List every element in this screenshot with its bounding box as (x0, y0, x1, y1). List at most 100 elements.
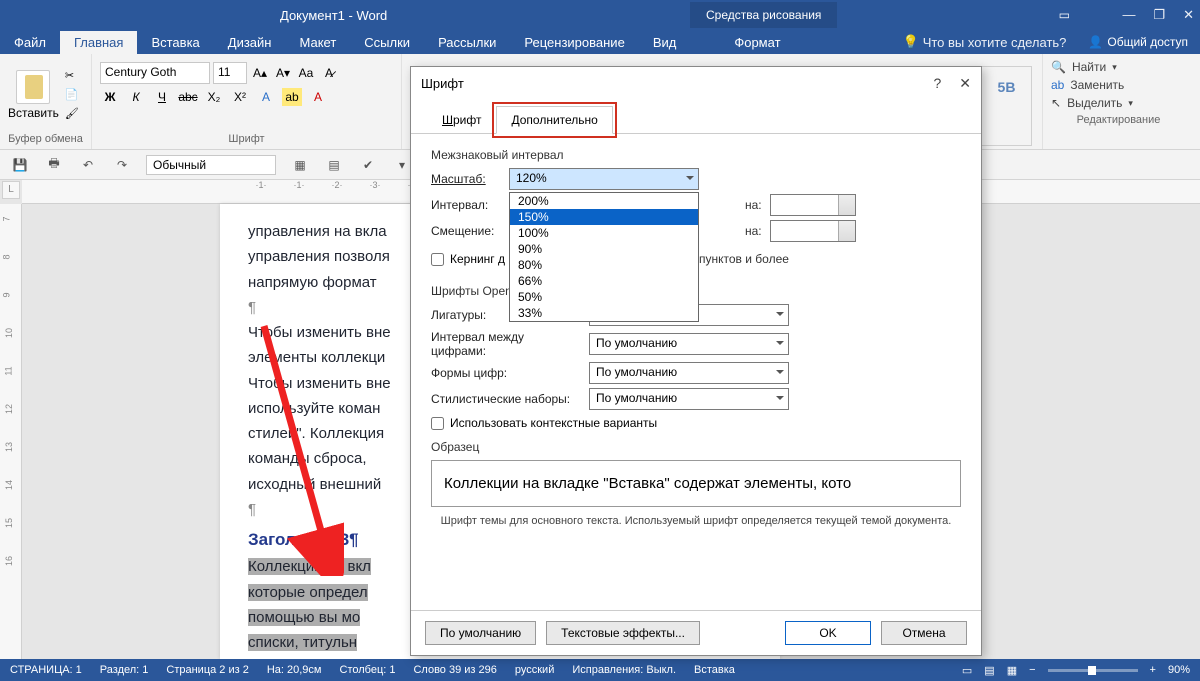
text-effects-button[interactable]: Текстовые эффекты... (546, 621, 700, 645)
vruler-mark: 15 (4, 518, 14, 528)
format-painter-icon[interactable]: 🖌 (65, 107, 79, 120)
underline-icon[interactable]: Ч (152, 88, 172, 106)
dialog-footer: По умолчанию Текстовые эффекты... OK Отм… (411, 610, 981, 655)
ok-button[interactable]: OK (785, 621, 871, 645)
position-by-spinner[interactable] (770, 220, 856, 242)
tab-selector[interactable]: L (2, 181, 20, 199)
clear-formatting-icon[interactable]: A̷ (319, 64, 339, 82)
tab-review[interactable]: Рецензирование (510, 31, 638, 54)
stylistic-sets-combo[interactable]: По умолчанию (589, 388, 789, 410)
vruler-mark: 14 (4, 480, 14, 490)
italic-icon[interactable]: К (126, 88, 146, 106)
section-char-spacing: Межзнаковый интервал (431, 148, 961, 162)
undo-icon[interactable]: ↶ (78, 156, 98, 174)
scale-option[interactable]: 100% (510, 225, 698, 241)
replace-label: Заменить (1070, 78, 1124, 92)
cut-icon[interactable]: ✂ (65, 69, 79, 82)
print-icon[interactable]: 🖶 (44, 156, 64, 174)
shrink-font-icon[interactable]: A▾ (273, 64, 293, 82)
number-spacing-label: Интервал между цифрами: (431, 330, 581, 358)
save-icon[interactable]: 💾 (10, 156, 30, 174)
superscript-icon[interactable]: X² (230, 88, 250, 106)
scale-option[interactable]: 33% (510, 305, 698, 321)
number-forms-combo[interactable]: По умолчанию (589, 362, 789, 384)
tell-me-search[interactable]: 💡 Что вы хотите сделать? (893, 34, 1077, 50)
view-readmode-icon[interactable]: ▭ (962, 664, 972, 677)
tab-references[interactable]: Ссылки (350, 31, 424, 54)
spacing-by-spinner[interactable] (770, 194, 856, 216)
change-case-icon[interactable]: Aa (296, 64, 316, 82)
zoom-out-icon[interactable]: − (1029, 664, 1035, 676)
tab-layout[interactable]: Макет (285, 31, 350, 54)
clipboard-group-label: Буфер обмена (8, 131, 83, 147)
view-web-icon[interactable]: ▦ (1007, 664, 1017, 677)
tell-me-label: Что вы хотите сделать? (923, 35, 1067, 50)
dialog-tab-font[interactable]: Шрифт (427, 106, 496, 134)
tab-file[interactable]: Файл (0, 31, 60, 54)
status-language[interactable]: русский (515, 664, 554, 676)
zoom-level[interactable]: 90% (1168, 664, 1190, 676)
kerning-checkbox[interactable] (431, 253, 444, 266)
scale-option[interactable]: 80% (510, 257, 698, 273)
view-print-icon[interactable]: ▤ (984, 664, 994, 677)
text-effects-icon[interactable]: A (256, 88, 276, 106)
scale-dropdown-list[interactable]: 200% 150% 100% 90% 80% 66% 50% 33% (509, 192, 699, 322)
font-color-icon[interactable]: A (308, 88, 328, 106)
scale-option[interactable]: 90% (510, 241, 698, 257)
strikethrough-icon[interactable]: abc (178, 88, 198, 106)
dialog-close-button[interactable]: ✕ (959, 75, 971, 92)
select-button[interactable]: ↖Выделить▾ (1051, 94, 1186, 112)
status-words[interactable]: Слово 39 из 296 (413, 664, 496, 676)
table-icon[interactable]: ▦ (290, 156, 310, 174)
tab-home[interactable]: Главная (60, 31, 137, 54)
insert-icon[interactable]: ▤ (324, 156, 344, 174)
font-size-combo[interactable]: 11 (213, 62, 247, 84)
subscript-icon[interactable]: X₂ (204, 88, 224, 106)
status-page[interactable]: СТРАНИЦА: 1 (10, 664, 82, 676)
status-pagecount[interactable]: Страница 2 из 2 (166, 664, 248, 676)
tab-insert[interactable]: Вставка (137, 31, 213, 54)
copy-icon[interactable]: 📄 (65, 88, 79, 101)
maximize-button[interactable]: ❐ (1153, 7, 1165, 23)
help-button[interactable]: ? (933, 75, 941, 92)
vertical-ruler[interactable]: 7 8 9 10 11 12 13 14 15 16 (0, 204, 22, 659)
tab-design[interactable]: Дизайн (214, 31, 286, 54)
styles-gallery-peek[interactable]: 5В (982, 66, 1032, 146)
style-combo[interactable]: Обычный (146, 155, 276, 175)
tab-view[interactable]: Вид (639, 31, 691, 54)
status-section[interactable]: Раздел: 1 (100, 664, 149, 676)
dialog-tab-advanced[interactable]: Дополнительно (496, 106, 612, 134)
find-button[interactable]: 🔍Найти▾ (1051, 58, 1186, 76)
scale-option[interactable]: 50% (510, 289, 698, 305)
contextual-alternates-checkbox[interactable] (431, 417, 444, 430)
status-position[interactable]: На: 20,9см (267, 664, 322, 676)
ribbon-display-options-icon[interactable]: ▭ (1059, 8, 1070, 22)
status-column[interactable]: Столбец: 1 (340, 664, 396, 676)
status-trackchanges[interactable]: Исправления: Выкл. (572, 664, 676, 676)
redo-icon[interactable]: ↷ (112, 156, 132, 174)
bold-icon[interactable]: Ж (100, 88, 120, 106)
share-button[interactable]: 👤 Общий доступ (1076, 31, 1200, 53)
minimize-button[interactable]: — (1122, 7, 1135, 23)
grow-font-icon[interactable]: A▴ (250, 64, 270, 82)
tab-format[interactable]: Формат (720, 31, 794, 54)
close-button[interactable]: ✕ (1183, 7, 1194, 23)
spellcheck-icon[interactable]: ✔ (358, 156, 378, 174)
font-name-combo[interactable]: Century Goth (100, 62, 210, 84)
more-icon[interactable]: ▾ (392, 156, 412, 174)
paste-button[interactable]: Вставить (8, 70, 59, 120)
highlight-icon[interactable]: ab (282, 88, 302, 106)
zoom-in-icon[interactable]: + (1150, 664, 1156, 676)
number-spacing-combo[interactable]: По умолчанию (589, 333, 789, 355)
scale-option[interactable]: 66% (510, 273, 698, 289)
set-default-button[interactable]: По умолчанию (425, 621, 536, 645)
window-title: Документ1 - Word (280, 8, 387, 23)
status-insertmode[interactable]: Вставка (694, 664, 735, 676)
replace-button[interactable]: abЗаменить (1051, 76, 1186, 94)
zoom-slider[interactable] (1048, 669, 1138, 672)
scale-option[interactable]: 200% (510, 193, 698, 209)
scale-combo[interactable]: 120% (509, 168, 699, 190)
scale-option-selected[interactable]: 150% (510, 209, 698, 225)
cancel-button[interactable]: Отмена (881, 621, 967, 645)
tab-mailings[interactable]: Рассылки (424, 31, 510, 54)
